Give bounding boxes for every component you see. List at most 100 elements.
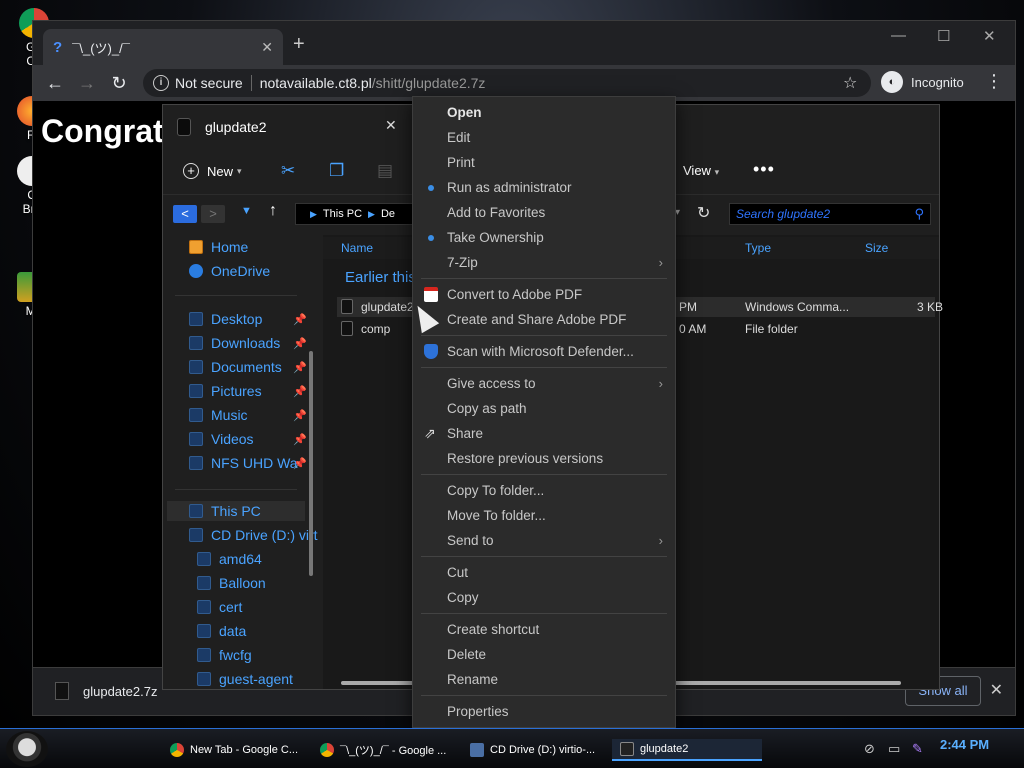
nav-item-nfs[interactable]: NFS UHD Wa 📌 [189,455,307,471]
forward-icon[interactable]: > [201,205,225,223]
nav-item-folder[interactable]: guest-agent [197,671,293,687]
nav-item-desktop[interactable]: Desktop 📌 [189,311,307,327]
taskbar-item-chrome-shrug[interactable]: ¯\_(ツ)_/¯ - Google ... [312,739,458,761]
nav-item-home[interactable]: Home [189,239,248,255]
menu-separator [421,367,667,368]
close-tab-icon[interactable]: ✕ [385,117,397,134]
menu-item-copy[interactable]: Copy [413,586,675,610]
nav-item-folder[interactable]: fwcfg [197,647,252,663]
nav-item-folder[interactable]: cert [197,599,242,615]
back-icon[interactable]: < [173,205,197,223]
nav-label: Balloon [219,575,266,591]
browser-tab[interactable]: ? ¯\_(ツ)_/¯ ✕ [43,29,283,65]
computer-icon [189,504,203,518]
recent-locations-icon[interactable]: ▼ [241,205,252,217]
address-bar[interactable]: i Not secure notavailable.ct8.pl /shitt/… [143,69,871,97]
context-menu: Open Edit Print Run as administrator Add… [412,96,676,728]
taskbar-item-chrome-newtab[interactable]: New Tab - Google C... [162,739,308,761]
menu-separator [421,278,667,279]
menu-item-share[interactable]: ⇗ Share [413,422,675,446]
menu-item-take-ownership[interactable]: Take Ownership [413,226,675,250]
menu-item-7zip[interactable]: 7-Zip › [413,251,675,275]
nav-item-documents[interactable]: Documents 📌 [189,359,307,375]
download-item[interactable]: glupdate2.7z [55,682,157,700]
group-header[interactable]: Earlier this [345,269,416,286]
menu-item-run-as-admin[interactable]: Run as administrator [413,176,675,200]
nav-scrollbar[interactable] [309,351,313,576]
network-icon[interactable]: ⊘ [864,741,875,757]
nav-item-downloads[interactable]: Downloads 📌 [189,335,307,351]
pin-icon: 📌 [293,457,307,470]
nav-item-folder[interactable]: data [197,623,246,639]
defender-shield-icon [424,344,438,359]
menu-item-open[interactable]: Open [413,101,675,125]
menu-label: Give access to [447,376,536,391]
nav-item-folder[interactable]: amd64 [197,551,262,567]
menu-item-scan-defender[interactable]: Scan with Microsoft Defender... [413,340,675,364]
breadcrumb-item[interactable]: De [381,208,395,220]
menu-item-edit[interactable]: Edit [413,126,675,150]
share-icon: ⇗ [424,425,436,441]
view-button[interactable]: View ▾ [683,163,719,178]
nav-item-videos[interactable]: Videos 📌 [189,431,307,447]
menu-item-convert-pdf[interactable]: Convert to Adobe PDF [413,283,675,307]
menu-item-cut[interactable]: Cut [413,561,675,585]
incognito-indicator[interactable]: ◐ Incognito [881,71,964,93]
pen-icon[interactable]: ✎ [912,741,923,757]
maximize-icon[interactable]: ☐ [937,27,950,45]
desktop-folder-icon [189,312,203,326]
column-header-name[interactable]: Name [341,241,373,255]
refresh-icon[interactable]: ↻ [697,203,710,223]
close-download-shelf-icon[interactable]: ✕ [990,680,1003,700]
menu-item-restore-versions[interactable]: Restore previous versions [413,447,675,471]
minimize-icon[interactable]: — [891,27,906,44]
menu-item-move-to-folder[interactable]: Move To folder... [413,504,675,528]
start-button-skull-icon[interactable] [6,731,48,767]
folder-icon [197,648,211,662]
nav-item-cd-drive[interactable]: CD Drive (D:) virt [189,527,318,543]
display-icon[interactable]: ▭ [888,741,900,757]
menu-item-give-access[interactable]: Give access to › [413,372,675,396]
menu-item-properties[interactable]: Properties [413,700,675,724]
nav-item-this-pc[interactable]: This PC [189,503,261,519]
nav-item-folder[interactable]: Balloon [197,575,266,591]
menu-item-send-to[interactable]: Send to › [413,529,675,553]
menu-item-print[interactable]: Print [413,151,675,175]
reload-icon[interactable]: ↻ [103,73,135,94]
new-tab-button[interactable]: + [293,33,305,56]
bullet-icon [428,235,434,241]
breadcrumb[interactable]: ▶ This PC ▶ De [295,203,413,225]
menu-item-copy-to-folder[interactable]: Copy To folder... [413,479,675,503]
paste-icon[interactable]: ▤ [377,161,393,181]
cut-icon[interactable]: ✂ [281,161,295,181]
menu-item-add-favorites[interactable]: Add to Favorites [413,201,675,225]
menu-item-delete[interactable]: Delete [413,643,675,667]
menu-item-create-share-pdf[interactable]: Create and Share Adobe PDF [413,308,675,332]
new-button[interactable]: + New ▾ [183,163,242,179]
nav-item-music[interactable]: Music 📌 [189,407,307,423]
nav-label: cert [219,599,243,615]
menu-item-copy-path[interactable]: Copy as path [413,397,675,421]
nav-item-onedrive[interactable]: OneDrive [189,263,270,279]
menu-item-create-shortcut[interactable]: Create shortcut [413,618,675,642]
search-input[interactable]: Search glupdate2 ⚲ [729,203,931,225]
breadcrumb-item[interactable]: This PC [323,208,362,220]
forward-icon[interactable]: → [71,73,103,94]
taskbar-item-cd-drive[interactable]: CD Drive (D:) virtio-... [462,739,608,761]
nav-item-pictures[interactable]: Pictures 📌 [189,383,307,399]
tab-close-icon[interactable]: ✕ [261,39,273,56]
browser-menu-icon[interactable]: ⋮ [985,71,1003,92]
up-icon[interactable]: ↑ [269,202,277,220]
security-status[interactable]: Not secure [175,75,243,91]
copy-icon[interactable]: ❐ [329,161,344,181]
taskbar-item-glupdate2[interactable]: glupdate2 [612,739,762,761]
column-header-type[interactable]: Type [745,241,771,255]
column-header-size[interactable]: Size [865,241,888,255]
bookmark-star-icon[interactable]: ☆ [843,73,857,93]
more-options-icon[interactable]: ••• [753,159,775,180]
info-icon[interactable]: i [153,75,169,91]
back-icon[interactable]: ← [39,73,71,94]
clock[interactable]: 2:44 PM [940,737,989,752]
menu-item-rename[interactable]: Rename [413,668,675,692]
close-window-icon[interactable]: ✕ [983,27,996,45]
